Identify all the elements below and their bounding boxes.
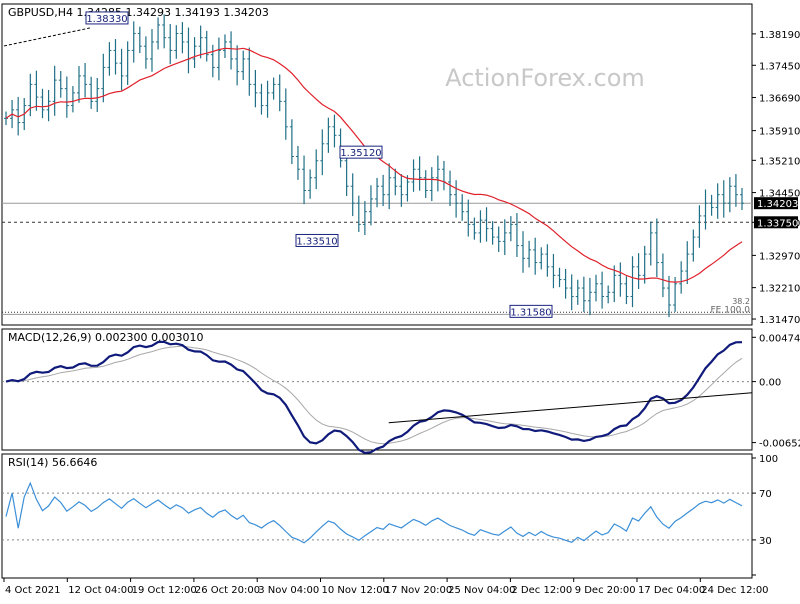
chart-root: ActionForex.com GBPUSD,H4 1.34285 1.3429… xyxy=(0,0,800,600)
rsi-line xyxy=(5,481,743,544)
price-axis-label: 1.36690 xyxy=(759,94,800,105)
annotation-label: 1.38330 xyxy=(86,14,127,25)
price-marker-label: 1.33750 xyxy=(757,218,798,229)
x-axis-label: 17 Nov 20:00 xyxy=(385,585,452,596)
axis-layer: 1.381901.374501.366901.359101.352101.344… xyxy=(3,30,800,596)
x-axis-label: 12 Oct 04:00 xyxy=(68,585,133,596)
x-axis-label: 10 Nov 12:00 xyxy=(322,585,389,596)
macd-trendline xyxy=(388,392,753,424)
rsi-layer xyxy=(2,481,752,544)
annotation-label: 1.31580 xyxy=(510,307,551,318)
price-panel-frame xyxy=(1,3,753,326)
macd-axis-label: -0.006526 xyxy=(759,439,800,450)
macd-layer xyxy=(2,340,753,455)
macd-panel-title: MACD(12,26,9) 0.002300 0.003010 xyxy=(8,331,204,344)
x-axis-label: 4 Oct 2021 xyxy=(5,585,60,596)
rsi-panel-frame xyxy=(1,453,753,579)
price-panel-title: GBPUSD,H4 1.34285 1.34293 1.34193 1.3420… xyxy=(8,6,269,19)
macd-panel-frame xyxy=(1,328,753,451)
rsi-panel-title: RSI(14) 56.6646 xyxy=(8,456,97,469)
x-axis-label: 2 Dec 12:00 xyxy=(511,585,572,596)
price-axis-label: 1.35210 xyxy=(759,156,800,167)
price-layer: FE 100.038.2 1.38330 1.35120 1.33510 1.31580 xyxy=(2,11,752,318)
top-dashed-line xyxy=(3,27,91,47)
price-axis-label: 1.31470 xyxy=(759,315,800,326)
chart-svg: ActionForex.com GBPUSD,H4 1.34285 1.3429… xyxy=(1,3,800,596)
price-axis-label: 1.35910 xyxy=(759,127,800,138)
price-axis-label: 1.37450 xyxy=(759,61,800,72)
x-axis-label: 3 Nov 04:00 xyxy=(258,585,319,596)
macd-axis-label: 0.00 xyxy=(759,378,781,389)
x-axis-label: 25 Nov 04:00 xyxy=(448,585,515,596)
x-axis-label: 19 Oct 12:00 xyxy=(132,585,197,596)
rsi-axis-label: 30 xyxy=(759,536,772,547)
x-axis-label: 24 Dec 12:00 xyxy=(701,585,768,596)
macd-line xyxy=(5,340,743,455)
price-axis-label: 1.32210 xyxy=(759,284,800,295)
x-axis-label: 17 Dec 04:00 xyxy=(638,585,705,596)
watermark: ActionForex.com xyxy=(445,64,645,92)
macd-signal-line xyxy=(5,345,743,445)
annotation-label: 1.35120 xyxy=(340,148,381,159)
x-axis-label: 9 Dec 20:00 xyxy=(575,585,636,596)
price-axis-label: 1.32970 xyxy=(759,251,800,262)
rsi-axis-label: 70 xyxy=(759,489,772,500)
fib-level-label: 38.2 xyxy=(732,297,750,306)
x-axis-label: 26 Oct 20:00 xyxy=(195,585,260,596)
rsi-axis-label: 100 xyxy=(759,454,778,465)
macd-axis-label: 0.00474 xyxy=(759,333,800,344)
annotation-label: 1.33510 xyxy=(296,236,337,247)
fe-level-label: FE 100.0 xyxy=(711,305,751,315)
price-axis-label: 1.38190 xyxy=(759,30,800,41)
price-marker-label: 1.34203 xyxy=(757,199,798,210)
